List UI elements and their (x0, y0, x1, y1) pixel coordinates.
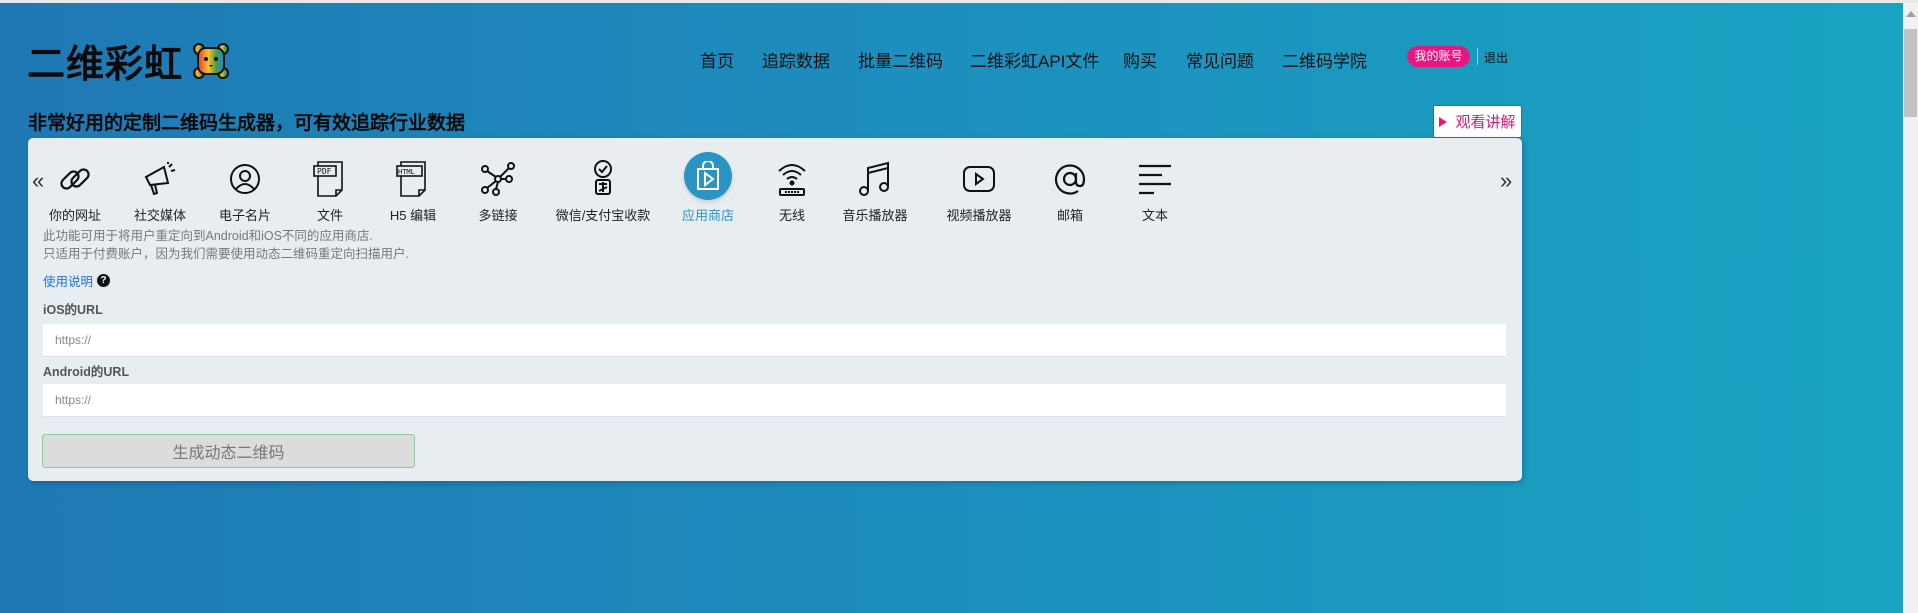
nav-tracking[interactable]: 追踪数据 (762, 47, 830, 72)
scrollbar[interactable] (1903, 3, 1918, 613)
generator-card: « » 你的网址 社交媒体 电子名片 PDF 文件 HTML H5 编辑 多链接 微… (28, 138, 1522, 481)
help-link[interactable]: 使用说明 ? (43, 271, 111, 290)
nav-divider (1477, 48, 1478, 65)
ios-url-label: iOS的URL (43, 303, 103, 317)
scrollbar-thumb[interactable] (1904, 29, 1917, 117)
payment-icon (538, 158, 668, 200)
ios-url-input[interactable] (43, 324, 1506, 357)
watch-tutorial-label: 观看讲解 (1455, 114, 1516, 131)
next-tabs-button[interactable]: » (1500, 168, 1512, 194)
help-label: 使用说明 (43, 275, 94, 289)
my-account-button[interactable]: 我的账号 (1407, 46, 1470, 67)
description-line: 此功能可用于将用户重定向到Android和iOS不同的应用商店. (43, 229, 373, 243)
nav-home[interactable]: 首页 (700, 47, 734, 72)
play-icon (1439, 116, 1448, 127)
page: 二维彩虹 非常好用的定制二维码生成器，可有效追踪行业数据 首页 追踪数据 批量二… (0, 3, 1903, 613)
nav-api-docs[interactable]: 二维彩虹API文件 (970, 47, 1099, 72)
scroll-up-arrow-icon[interactable] (1906, 11, 1916, 17)
android-url-input[interactable] (43, 384, 1506, 417)
svg-text:HTML: HTML (398, 168, 415, 176)
question-icon: ? (97, 274, 111, 287)
bear-logo-icon (193, 42, 230, 79)
svg-text:PDF: PDF (317, 167, 332, 176)
logo-text: 二维彩虹 (27, 44, 184, 86)
watch-tutorial-button[interactable]: 观看讲解 (1433, 105, 1522, 138)
nav-faq[interactable]: 常见问题 (1186, 47, 1254, 72)
tab-music[interactable]: 音乐播放器 (825, 158, 925, 224)
text-icon (1105, 158, 1205, 200)
generate-dynamic-qr-button[interactable]: 生成动态二维码 (42, 434, 415, 468)
android-url-label: Android的URL (43, 365, 130, 379)
nav-batch[interactable]: 批量二维码 (858, 47, 943, 72)
app-store-icon (684, 152, 732, 200)
multi-link-icon (448, 158, 548, 200)
music-icon (825, 158, 925, 200)
nav-buy[interactable]: 购买 (1123, 47, 1157, 72)
logout-link[interactable]: 退出 (1484, 49, 1508, 66)
tab-payment[interactable]: 微信/支付宝收款 (538, 158, 668, 224)
tab-multilink[interactable]: 多链接 (448, 158, 548, 224)
page-subtitle: 非常好用的定制二维码生成器，可有效追踪行业数据 (28, 113, 466, 134)
video-icon (929, 158, 1029, 200)
nav-academy[interactable]: 二维码学院 (1282, 47, 1367, 72)
tab-text[interactable]: 文本 (1105, 158, 1205, 224)
logo[interactable]: 二维彩虹 (27, 33, 230, 88)
tab-video[interactable]: 视频播放器 (929, 158, 1029, 224)
description: 此功能可用于将用户重定向到Android和iOS不同的应用商店. 只适用于付费账… (43, 227, 409, 263)
description-line: 只适用于付费账户，因为我们需要使用动态二维码重定向扫描用户. (43, 247, 409, 261)
